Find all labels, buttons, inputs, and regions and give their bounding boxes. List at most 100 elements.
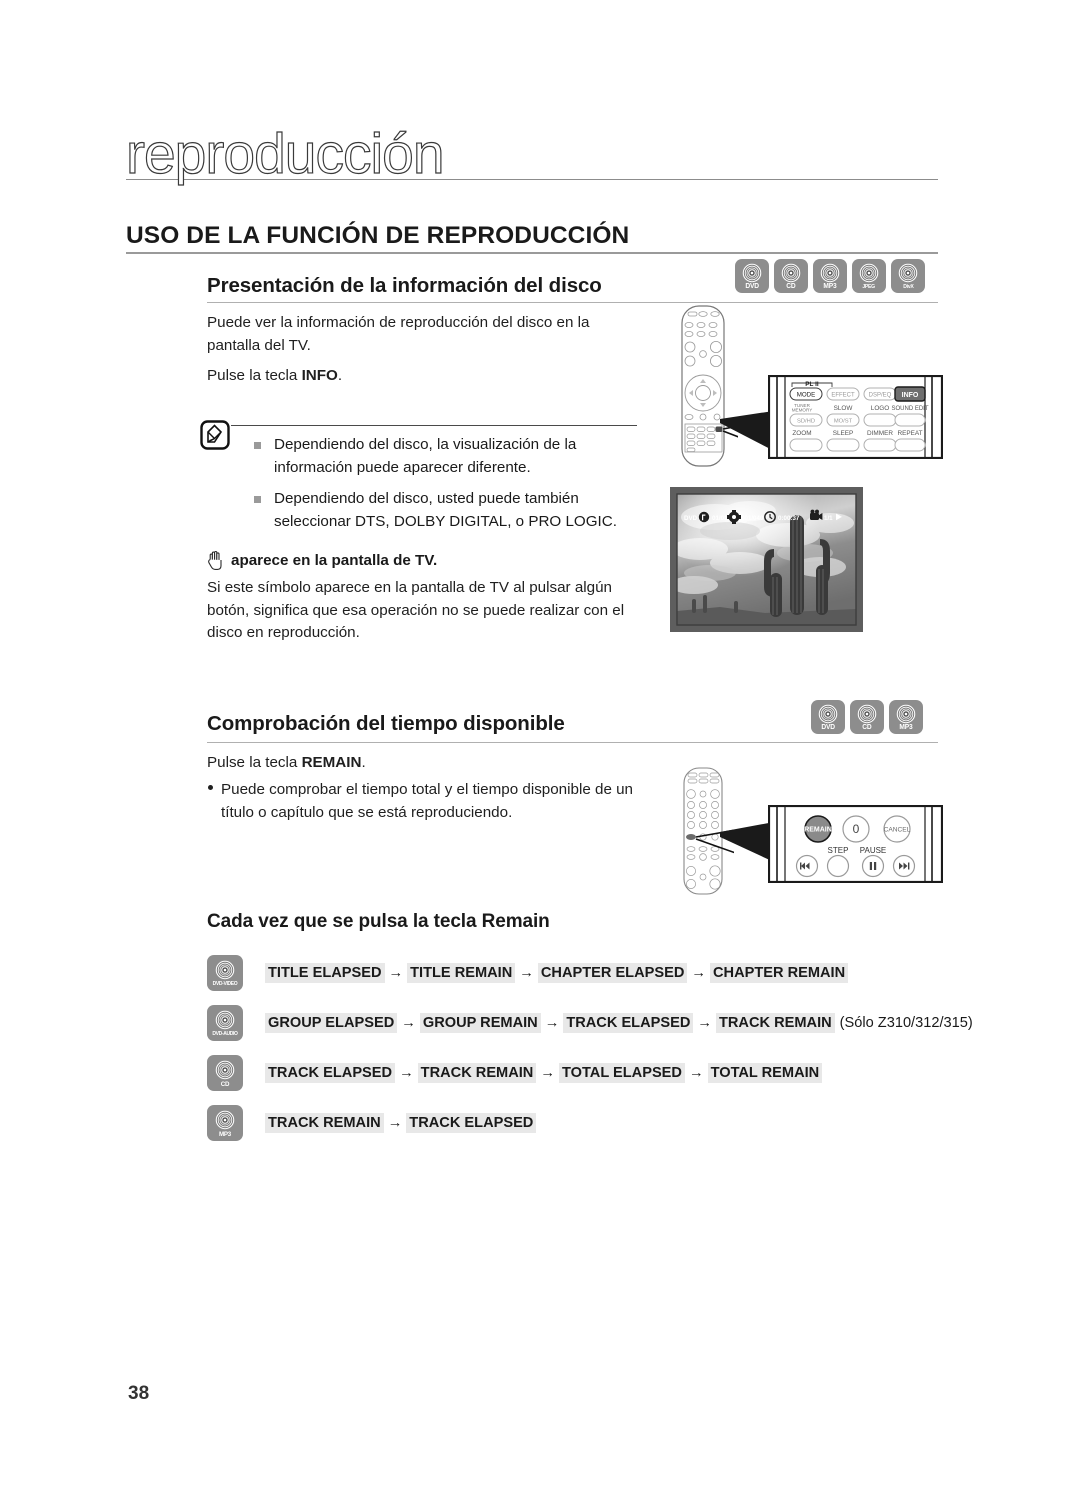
disc-badge-label: DVD (745, 283, 759, 290)
sequence-arrow-icon: → (519, 965, 534, 981)
svg-text:DSP/EQ: DSP/EQ (869, 393, 892, 399)
disc-badge-row-remain: DVD CD MP3 (811, 700, 923, 734)
bullet-remain-text: Puede comprobar el tiempo total y el tie… (221, 781, 633, 821)
sequence-badge-label: DVD-VIDEO (212, 981, 238, 987)
sequence-arrow-icon: → (401, 1015, 416, 1031)
sequence-step-chip: TRACK ELAPSED (265, 1063, 396, 1083)
sequence-badge-cd: CD (207, 1055, 243, 1091)
sequence-badge-dvd-video: DVD-VIDEO (207, 955, 243, 991)
disc-badge-divx: DivX (891, 259, 925, 293)
manual-page: reproducción USO DE LA FUNCIÓN DE REPROD… (0, 0, 1080, 1492)
svg-text:PL II: PL II (805, 381, 819, 388)
sequence-badge-dvd-audio: DVD-AUDIO (207, 1005, 243, 1041)
svg-text:001/040: 001/040 (741, 515, 764, 522)
disc-badge-label: JPEG (862, 284, 876, 290)
section-heading-disc-info: Presentación de la información del disco (207, 274, 602, 297)
svg-text:SOUND EDIT: SOUND EDIT (891, 406, 928, 412)
sequence-badge-label: DVD-AUDIO (212, 1031, 238, 1037)
section-heading-remain-rule (207, 742, 938, 743)
sequence-step-chip: GROUP REMAIN (419, 1013, 541, 1033)
sequence-row: MP3 TRACK REMAIN → TRACK ELAPSED (207, 1105, 537, 1141)
disc-badge-cd: CD (774, 259, 808, 293)
sequence-step-chip: TRACK REMAIN (265, 1113, 384, 1133)
svg-text:DVD: DVD (684, 515, 698, 522)
disc-badge-row-info: DVD CD MP3 JPEG DivX (735, 259, 925, 293)
note-item: Dependiendo del disco, usted puede tambi… (252, 488, 637, 533)
section-heading-remain: Comprobación del tiempo disponible (207, 712, 565, 735)
sequence-badge-label: MP3 (219, 1131, 231, 1138)
note-block-rule (231, 425, 637, 426)
svg-text:01/01: 01/01 (712, 515, 728, 522)
paragraph-remain-1-pre: Pulse la tecla (207, 754, 302, 771)
sequence-step-chip: TOTAL REMAIN (707, 1063, 823, 1083)
sequence-arrow-icon: → (388, 965, 404, 981)
note-list: Dependiendo del disco, la visualización … (252, 434, 637, 542)
disc-badge-jpeg: JPEG (852, 259, 886, 293)
sequence-step-chip: TOTAL ELAPSED (558, 1063, 685, 1083)
sequence-row: DVD-AUDIO GROUP ELAPSED → GROUP REMAIN → TRAC… (207, 1005, 973, 1041)
disc-badge-label: DVD (821, 724, 835, 731)
sequence-step-chip: TRACK REMAIN (715, 1013, 835, 1033)
svg-text:STEP: STEP (828, 846, 849, 855)
sequence-arrow-icon: → (399, 1065, 414, 1081)
svg-text:REMAIN: REMAIN (804, 827, 832, 834)
disc-badge-dvd: DVD (811, 700, 845, 734)
svg-text:MEMORY: MEMORY (792, 408, 813, 413)
disc-badge-mp3: MP3 (889, 700, 923, 734)
sequence-arrow-icon: → (540, 1065, 555, 1081)
disc-badge-dvd: DVD (735, 259, 769, 293)
svg-text:MODE: MODE (797, 392, 816, 399)
svg-text:LOGO: LOGO (871, 405, 889, 412)
svg-text:DIMMER: DIMMER (867, 430, 893, 437)
sequence-step-chip: TRACK ELAPSED (563, 1013, 694, 1033)
paragraph-disc-info-2: Pulse la tecla INFO. (207, 365, 627, 388)
disc-badge-cd: CD (850, 700, 884, 734)
sequence-step-chip: TRACK ELAPSED (406, 1113, 537, 1133)
sequence-suffix: (Sólo Z310/312/315) (839, 1015, 973, 1031)
remote-callout-panel-remain: REMAIN 0 CANCEL STEP PAUSE (768, 805, 943, 883)
disc-badge-label: CD (786, 283, 796, 290)
svg-text:EFFECT: EFFECT (831, 393, 855, 399)
sequence-step-chip: TITLE REMAIN (407, 963, 516, 983)
sequence-arrow-icon: → (697, 1015, 712, 1031)
remote-callout-panel-info: PL II MODE EFFECT DSP/EQ INFO TUNER MEMO… (768, 375, 943, 459)
sequence-arrow-icon: → (688, 1065, 704, 1081)
page-heading: USO DE LA FUNCIÓN DE REPRODUCCIÓN (126, 222, 630, 249)
note-pencil-icon (200, 420, 230, 450)
svg-text:0:00:37: 0:00:37 (778, 515, 800, 522)
section-heading-sequence: Cada vez que se pulsa la tecla Remain (207, 911, 550, 932)
svg-text:PAUSE: PAUSE (860, 846, 887, 855)
svg-text:REPEAT: REPEAT (897, 430, 922, 437)
sequence-steps: TRACK REMAIN → TRACK ELAPSED (265, 1113, 537, 1133)
chapter-title: reproducción (125, 122, 445, 186)
sequence-step-chip: TRACK REMAIN (417, 1063, 537, 1083)
svg-text:ZOOM: ZOOM (792, 430, 811, 437)
svg-text:1/1: 1/1 (824, 515, 833, 522)
hand-stop-icon (206, 549, 226, 571)
svg-text:MO/ST: MO/ST (834, 418, 853, 424)
page-heading-rule (126, 252, 938, 254)
sequence-step-chip: TITLE ELAPSED (265, 963, 385, 983)
paragraph-disc-info-1: Puede ver la información de reproducción… (207, 314, 590, 354)
svg-text:SLOW: SLOW (834, 405, 854, 412)
sequence-step-chip: CHAPTER REMAIN (709, 963, 849, 983)
disc-badge-label: MP3 (823, 283, 837, 290)
sequence-arrow-icon: → (387, 1115, 403, 1131)
sequence-steps: GROUP ELAPSED → GROUP REMAIN → TRACK ELAPSED… (265, 1013, 973, 1033)
paragraph-remain-1: Pulse la tecla REMAIN. (207, 752, 647, 775)
paragraph-remain-1-post: . (361, 754, 366, 771)
sequence-step-chip: GROUP ELAPSED (265, 1013, 398, 1033)
sequence-badge-mp3: MP3 (207, 1105, 243, 1141)
sequence-steps: TITLE ELAPSED → TITLE REMAIN → CHAPTER ELAPS… (265, 963, 849, 983)
sequence-badge-label: CD (220, 1081, 230, 1088)
disc-badge-label: DivX (902, 284, 914, 290)
sequence-arrow-icon: → (544, 1015, 560, 1031)
svg-text:SD/HD: SD/HD (797, 418, 815, 424)
disc-badge-mp3: MP3 (813, 259, 847, 293)
svg-text:INFO: INFO (902, 392, 919, 399)
tv-screen-illustration: DVD 01/01 001/040 0:00:37 1/1 (670, 487, 863, 632)
sequence-row: DVD-VIDEO TITLE ELAPSED → TITLE REMAIN → CHAP… (207, 955, 849, 991)
sequence-row: CD TRACK ELAPSED → TRACK REMAIN → TOTAL ELAPS… (207, 1055, 823, 1091)
section-heading-disc-info-rule (207, 302, 938, 303)
page-number: 38 (128, 1383, 150, 1404)
